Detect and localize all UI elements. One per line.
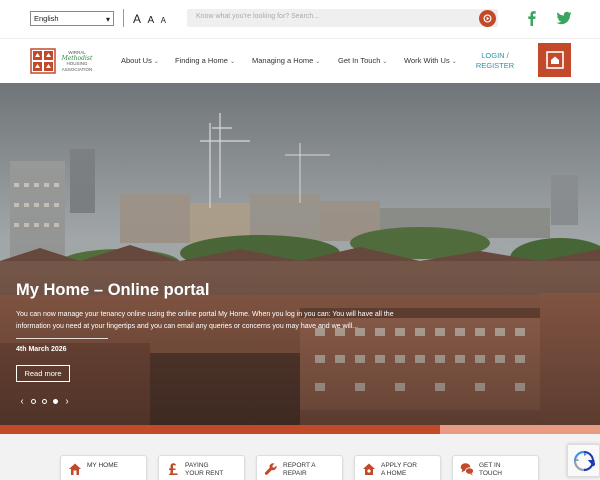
chevron-down-icon: ⌄ xyxy=(451,59,457,65)
nav-work-with-us[interactable]: Work With Us ⌄ xyxy=(404,56,457,65)
nav-label: Work With Us xyxy=(404,56,450,65)
house-icon xyxy=(69,463,81,475)
logo-line4: ASSOCIATION xyxy=(61,66,93,72)
hero-slider: My Home – Online portal You can now mana… xyxy=(0,83,600,425)
utility-bar: English ▾ A A A Know what you're looking… xyxy=(0,0,600,38)
quick-links: MY HOME PAYING YOUR RENT REPORT A REPAIR… xyxy=(0,434,600,480)
chevron-down-icon: ▾ xyxy=(105,15,110,24)
nav-finding-a-home[interactable]: Finding a Home ⌄ xyxy=(175,56,235,65)
nav-label: Finding a Home xyxy=(175,56,228,65)
quick-link-line2: YOUR RENT xyxy=(185,470,224,477)
quick-link-line1: MY HOME xyxy=(87,462,118,469)
slider-controls: ‹ › xyxy=(16,395,73,407)
hero-background-image xyxy=(0,83,600,425)
text-size-controls: A A A xyxy=(133,10,168,28)
wrench-icon xyxy=(264,463,277,475)
text-size-small[interactable]: A xyxy=(161,16,166,25)
slider-next-button[interactable]: › xyxy=(61,396,73,407)
logo-text: WIRRAL Methodist HOUSING ASSOCIATION xyxy=(59,50,95,72)
pound-icon xyxy=(169,463,178,475)
quick-link-line1: APPLY FOR xyxy=(381,462,417,469)
recaptcha-icon xyxy=(573,450,595,471)
accent-stripe xyxy=(0,425,440,434)
quick-link-line1: REPORT A xyxy=(283,462,316,469)
quick-link-get-in-touch[interactable]: GET IN TOUCH xyxy=(452,455,539,480)
hero-date: 4th March 2026 xyxy=(16,346,67,353)
facebook-icon[interactable] xyxy=(524,10,540,26)
read-more-button[interactable]: Read more xyxy=(16,365,70,382)
quick-link-line2: A HOME xyxy=(381,470,407,477)
search-submit-button[interactable] xyxy=(479,10,496,27)
site-logo[interactable]: WIRRAL Methodist HOUSING ASSOCIATION xyxy=(30,46,95,76)
slider-dot-1[interactable] xyxy=(31,398,36,404)
login-register-link[interactable]: LOGIN / REGISTER xyxy=(474,51,516,71)
chevron-down-icon: ⌄ xyxy=(153,59,159,65)
logo-emblem-icon xyxy=(30,48,56,74)
twitter-icon[interactable] xyxy=(556,10,572,26)
language-select-value: English xyxy=(34,14,59,23)
quick-link-line2: TOUCH xyxy=(479,470,502,477)
house-icon xyxy=(545,51,564,69)
language-select[interactable]: English ▾ xyxy=(30,11,114,26)
chevron-down-icon: ⌄ xyxy=(382,59,388,65)
nav-label: Managing a Home xyxy=(252,56,314,65)
quick-link-label: REPORT A REPAIR xyxy=(283,462,316,478)
quick-link-line2: REPAIR xyxy=(283,470,307,477)
quick-link-my-home[interactable]: MY HOME xyxy=(60,455,147,480)
quick-link-line1: GET IN xyxy=(479,462,501,469)
quick-link-report-repair[interactable]: REPORT A REPAIR xyxy=(256,455,343,480)
divider xyxy=(123,9,124,27)
slider-dot-3[interactable] xyxy=(53,398,58,404)
nav-managing-a-home[interactable]: Managing a Home ⌄ xyxy=(252,56,320,65)
quick-link-line1: PAYING xyxy=(185,462,209,469)
hero-divider xyxy=(16,338,108,339)
text-size-medium[interactable]: A xyxy=(147,15,154,26)
play-arrow-icon xyxy=(483,14,492,23)
quick-link-label: GET IN TOUCH xyxy=(479,462,502,478)
login-line1: LOGIN / xyxy=(481,51,509,60)
nav-label: About Us xyxy=(121,56,152,65)
hero-title[interactable]: My Home – Online portal xyxy=(16,281,209,300)
search-input[interactable]: Know what you're looking for? Search... xyxy=(196,13,319,20)
main-header: WIRRAL Methodist HOUSING ASSOCIATION Abo… xyxy=(0,38,600,83)
login-line2: REGISTER xyxy=(475,61,515,70)
chat-bubbles-icon xyxy=(460,463,474,476)
text-size-large[interactable]: A xyxy=(133,12,141,26)
house-key-icon xyxy=(363,463,375,475)
slider-prev-button[interactable]: ‹ xyxy=(16,396,28,407)
quick-link-label: MY HOME xyxy=(87,462,118,470)
search-bar[interactable]: Know what you're looking for? Search... xyxy=(187,9,498,27)
hero-description: You can now manage your tenancy online u… xyxy=(16,311,394,330)
nav-about-us[interactable]: About Us ⌄ xyxy=(121,56,159,65)
recaptcha-badge[interactable] xyxy=(567,444,600,477)
nav-get-in-touch[interactable]: Get In Touch ⌄ xyxy=(338,56,387,65)
quick-link-label: APPLY FOR A HOME xyxy=(381,462,417,478)
chevron-down-icon: ⌄ xyxy=(315,59,321,65)
quick-link-apply-home[interactable]: APPLY FOR A HOME xyxy=(354,455,441,480)
quick-link-paying-rent[interactable]: PAYING YOUR RENT xyxy=(158,455,245,480)
quick-link-label: PAYING YOUR RENT xyxy=(185,462,223,478)
my-home-button[interactable] xyxy=(538,43,571,77)
accent-stripe-light xyxy=(440,425,600,434)
slider-dot-2[interactable] xyxy=(42,398,47,404)
chevron-down-icon: ⌄ xyxy=(229,59,235,65)
nav-label: Get In Touch xyxy=(338,56,381,65)
